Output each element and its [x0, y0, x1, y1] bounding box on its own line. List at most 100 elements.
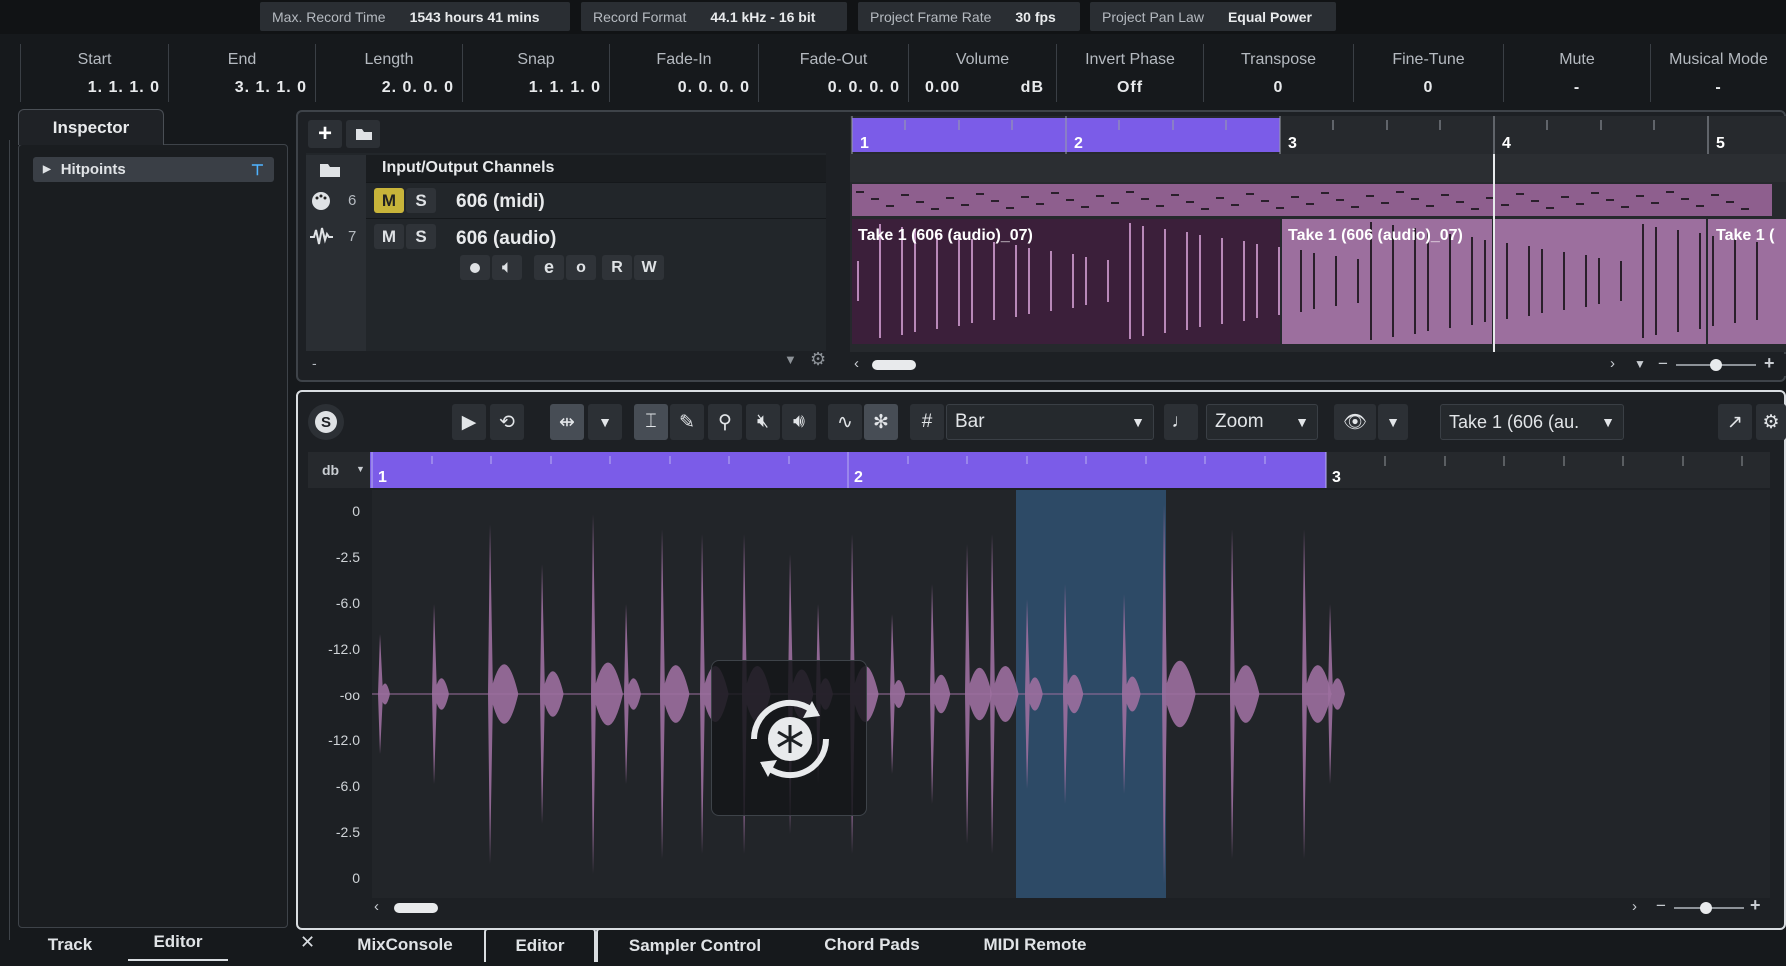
lane-button[interactable]: o [566, 255, 596, 280]
open-window-button[interactable]: ↗ [1718, 404, 1752, 440]
tab-mixconsole[interactable]: MixConsole [340, 928, 470, 962]
edit-channel-button[interactable]: e [534, 255, 564, 280]
project-frame-rate[interactable]: Project Frame Rate 30 fps [858, 2, 1080, 31]
info-volume[interactable]: Volume 0.00 dB [909, 44, 1057, 102]
mute-tool[interactable]: 🔇︎ [746, 404, 780, 440]
hitpoint-tool[interactable]: ✻ [864, 404, 898, 440]
track-list-minus[interactable]: - [312, 355, 317, 371]
info-invert-phase[interactable]: Invert Phase Off [1057, 44, 1204, 102]
info-length[interactable]: Length 2. 0. 0. 0 [316, 44, 463, 102]
scroll-left-icon[interactable]: ‹ [374, 898, 379, 915]
zoom-in-icon[interactable]: + [1750, 895, 1761, 916]
folder-track[interactable]: Input/Output Channels [306, 155, 826, 183]
db-label-area[interactable]: db ▼ [308, 452, 370, 488]
audition-dropdown[interactable]: ▼ [588, 404, 622, 440]
track-name[interactable]: 606 (audio) [456, 228, 556, 250]
zoom-out-icon[interactable]: − [1656, 896, 1666, 916]
scroll-right-icon[interactable]: › [1610, 355, 1615, 372]
tab-editor[interactable]: Editor [484, 928, 596, 962]
track-name[interactable]: 606 (midi) [456, 191, 545, 213]
gear-icon[interactable]: ⚙ [810, 349, 826, 370]
solo-button[interactable]: S [406, 188, 436, 213]
folder-button[interactable] [346, 120, 380, 148]
info-mute[interactable]: Mute - [1504, 44, 1651, 102]
play-button[interactable]: ▶ [452, 404, 486, 440]
inspector-tab[interactable]: Inspector [18, 109, 164, 145]
pin-icon[interactable]: ⊤ [251, 161, 264, 179]
warp-tool[interactable]: ∿ [828, 404, 862, 440]
view-dropdown[interactable]: ▼ [1378, 404, 1408, 440]
zoom-out-icon[interactable]: − [1658, 354, 1668, 374]
tab-midi-remote[interactable]: MIDI Remote [960, 928, 1110, 962]
snap-grid-button[interactable]: # [910, 404, 944, 440]
editor-ruler-canvas: 1 2 3 [370, 452, 1743, 488]
draw-tool[interactable]: ✎ [670, 404, 704, 440]
write-automation-button[interactable]: W [634, 255, 664, 280]
scroll-thumb[interactable] [394, 903, 438, 913]
grid-type-select[interactable]: Bar ▼ [946, 404, 1154, 440]
zoom-in-icon[interactable]: + [1764, 353, 1775, 374]
tab-track[interactable]: Track [20, 928, 120, 962]
waveform-display[interactable] [372, 490, 1770, 898]
editor-scrollbar[interactable]: ‹ › − + [370, 895, 1770, 918]
scroll-thumb[interactable] [872, 360, 916, 370]
settings-button[interactable]: ⚙ [1756, 404, 1786, 440]
info-start[interactable]: Start 1. 1. 1. 0 [20, 44, 169, 102]
tab-editor-left[interactable]: Editor [128, 925, 228, 961]
info-musical-mode[interactable]: Musical Mode - [1651, 44, 1786, 102]
hitpoints-section[interactable]: ▶ Hitpoints ⊤ [33, 157, 274, 182]
monitor-button[interactable]: 🔈︎ [492, 255, 522, 280]
expand-arrow-icon[interactable]: ▶ [43, 164, 51, 175]
zoom-slider-thumb[interactable] [1700, 902, 1712, 914]
event-name: Take 1 (606 (audio)_07) [858, 227, 1033, 244]
db-tick: 0 [352, 503, 360, 519]
audition-mode-button[interactable]: ⇹ [550, 404, 584, 440]
solo-editor-button[interactable]: S [308, 404, 344, 440]
gear-icon: ⚙ [1762, 411, 1780, 433]
read-automation-button[interactable]: R [602, 255, 632, 280]
chevron-down-icon[interactable]: ▼ [1634, 357, 1646, 371]
event-select[interactable]: Take 1 (606 (au. ▼ [1440, 404, 1624, 440]
record-enable-button[interactable] [460, 255, 490, 280]
zoom-select[interactable]: Zoom ▼ [1206, 404, 1318, 440]
tab-chord-pads[interactable]: Chord Pads [800, 928, 944, 962]
track-row-midi[interactable]: 6 M S 606 (midi) [306, 183, 826, 219]
record-format[interactable]: Record Format 44.1 kHz - 16 bit [581, 2, 847, 31]
solo-button[interactable]: S [406, 224, 436, 249]
info-fade-out[interactable]: Fade-Out 0. 0. 0. 0 [759, 44, 909, 102]
add-track-button[interactable]: + [308, 120, 342, 148]
hitpoint-icon: ✻ [873, 411, 889, 433]
editor-ruler[interactable]: 1 2 3 [370, 452, 1770, 488]
project-pan-law[interactable]: Project Pan Law Equal Power [1090, 2, 1336, 31]
audio-track-icon [310, 227, 333, 245]
scroll-left-icon[interactable]: ‹ [854, 355, 859, 372]
info-fine-tune[interactable]: Fine-Tune 0 [1354, 44, 1504, 102]
close-icon[interactable]: ✕ [300, 932, 315, 953]
info-snap[interactable]: Snap 1. 1. 1. 0 [463, 44, 610, 102]
view-button[interactable]: 👁︎ [1334, 404, 1376, 440]
freeze-refresh-icon [750, 699, 830, 779]
db-tick: -2.5 [335, 549, 360, 565]
info-fade-in[interactable]: Fade-In 0. 0. 0. 0 [610, 44, 759, 102]
loop-button[interactable]: ⟲ [490, 404, 524, 440]
arrange-scrollbar[interactable]: ‹ › ▼ − + [850, 353, 1786, 376]
mute-button[interactable]: M [374, 224, 404, 249]
zoom-tool[interactable]: ⚲ [708, 404, 742, 440]
tab-sampler-control[interactable]: Sampler Control [596, 928, 792, 962]
chevron-down-icon[interactable]: ▼ [784, 352, 797, 367]
info-transpose[interactable]: Transpose 0 [1204, 44, 1354, 102]
zoom-slider-thumb[interactable] [1710, 359, 1722, 371]
info-end[interactable]: End 3. 1. 1. 0 [169, 44, 316, 102]
quantize-button[interactable]: ♩ [1164, 404, 1198, 440]
arrow-out-icon: ↗ [1727, 411, 1743, 433]
midi-part[interactable] [852, 184, 1772, 216]
scroll-right-icon[interactable]: › [1632, 898, 1637, 915]
ruler-bar-2: 2 [1074, 135, 1083, 152]
info-line: Start 1. 1. 1. 0 End 3. 1. 1. 0 Length 2. 0… [0, 44, 1786, 104]
db-tick: -oo [339, 687, 360, 703]
mute-button[interactable]: M [374, 188, 404, 213]
audition-tool[interactable]: 🔊︎ [782, 404, 816, 440]
track-row-audio[interactable]: 7 M S 606 (audio) 🔈︎ e o R W [306, 219, 826, 351]
speaker-mute-icon: 🔇︎ [757, 411, 769, 432]
range-tool[interactable]: ⌶ [634, 404, 668, 440]
